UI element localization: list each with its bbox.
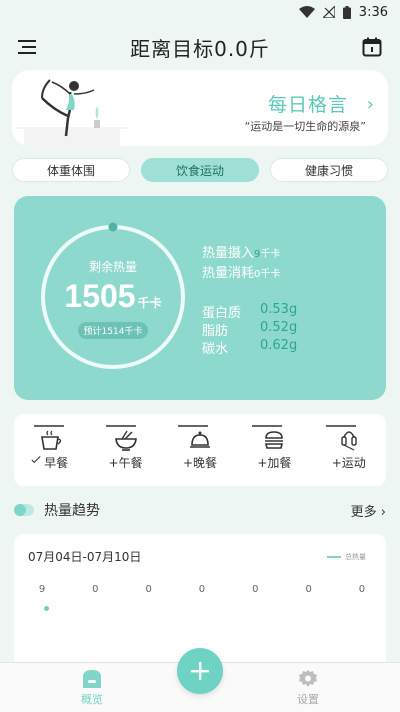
- coffee-cup-icon: [41, 430, 62, 450]
- trend-header: 热量趋势 更多 ›: [14, 498, 386, 522]
- meal-label-text: 早餐: [44, 456, 69, 470]
- daily-quote-title: 每日格言: [267, 94, 348, 116]
- gear-icon: [299, 670, 317, 687]
- macro-protein: 蛋白质 0.53g: [202, 302, 297, 321]
- macro-value: 0.62g: [260, 338, 298, 353]
- legend-line: [327, 556, 341, 558]
- meal-lunch[interactable]: +午餐: [96, 429, 156, 471]
- chevron-right-icon: ›: [380, 504, 386, 520]
- trend-values: 9 0 0 0 0 0 0: [32, 584, 372, 595]
- daily-quote-text: “运动是一切生命的源泉”: [244, 120, 366, 133]
- trend-value: 0: [305, 584, 312, 595]
- trend-value: 0: [358, 584, 366, 595]
- add-button[interactable]: [177, 648, 223, 694]
- jump-rope-icon: [341, 431, 357, 451]
- yoga-illustration: [12, 70, 132, 146]
- nav-settings[interactable]: 设置: [278, 669, 338, 707]
- check-icon: [31, 453, 41, 464]
- dinner-cloche-icon: [189, 431, 210, 448]
- trend-value: 0: [198, 584, 206, 595]
- tab-weight[interactable]: 体重体围: [12, 158, 130, 182]
- calorie-summary-card: 剩余热量 1505 千卡 预计1514千卡 热量摄入9千卡 热量消耗0千卡 蛋白质…: [14, 196, 386, 400]
- macro-carbs: 碳水 0.62g: [202, 338, 297, 357]
- chart-legend: 总热量: [327, 552, 366, 562]
- plus-icon: [191, 662, 209, 680]
- no-signal-icon: [322, 6, 335, 18]
- noodle-bowl-icon: [114, 430, 137, 451]
- macro-label: 蛋白质: [202, 306, 242, 321]
- meal-breakfast[interactable]: 早餐: [21, 429, 81, 471]
- trend-title: 热量趋势: [44, 503, 100, 519]
- intake-unit: 千卡: [260, 249, 281, 260]
- meal-divider: [34, 425, 356, 427]
- tab-diet-exercise[interactable]: 饮食运动: [141, 158, 259, 182]
- section-tabs: 体重体围 饮食运动 健康习惯: [12, 158, 388, 184]
- status-bar: 3:36: [0, 0, 400, 24]
- macro-label: 碳水: [202, 342, 229, 357]
- macro-fat: 脂肪 0.52g: [202, 320, 297, 339]
- trend-toggle[interactable]: [14, 504, 34, 516]
- page-title: 距离目标0.0斤: [130, 36, 270, 61]
- trend-value: 9: [38, 584, 46, 595]
- macro-value: 0.53g: [260, 302, 298, 317]
- macro-value: 0.52g: [260, 320, 298, 335]
- overview-icon: [83, 670, 101, 688]
- burn-unit: 千卡: [260, 269, 281, 280]
- nav-overview-label: 概览: [81, 693, 103, 706]
- meal-label-dinner: +晚餐: [182, 456, 217, 470]
- chevron-right-icon: ›: [366, 94, 374, 115]
- legend-label: 总热量: [345, 553, 366, 561]
- burn-label: 热量消耗: [202, 266, 255, 281]
- trend-value: 0: [92, 584, 99, 595]
- intake-label: 热量摄入: [202, 246, 255, 261]
- status-time: 3:36: [358, 4, 388, 20]
- remaining-calories-number: 1505: [64, 278, 136, 314]
- daily-quote-banner[interactable]: 每日格言 › “运动是一切生命的源泉”: [12, 70, 388, 146]
- trend-value: 0: [145, 584, 152, 595]
- macro-label: 脂肪: [202, 324, 229, 339]
- more-label: 更多: [350, 504, 377, 520]
- top-header: 距离目标0.0斤: [0, 28, 400, 66]
- menu-icon[interactable]: [18, 39, 38, 55]
- meal-label-lunch: +午餐: [108, 456, 143, 470]
- battery-icon: [342, 5, 351, 19]
- meal-label-snack: +加餐: [257, 456, 292, 470]
- wifi-icon: [298, 6, 315, 18]
- meal-label-exercise: +运动: [331, 456, 366, 470]
- more-link[interactable]: 更多 ›: [351, 501, 386, 520]
- date-range[interactable]: 07月04日-07月10日: [28, 548, 141, 565]
- nav-overview[interactable]: 概览: [62, 669, 122, 707]
- meal-exercise[interactable]: +运动: [319, 429, 379, 471]
- calendar-icon[interactable]: [362, 37, 382, 57]
- burger-icon: [265, 431, 284, 449]
- remaining-calories-value: 1505 千卡: [38, 278, 188, 315]
- meal-snack[interactable]: +加餐: [244, 429, 304, 471]
- meal-label-breakfast: 早餐: [31, 453, 69, 471]
- remaining-calories-label: 剩余热量: [88, 260, 137, 274]
- planned-calories-badge: 预计1514千卡: [78, 322, 148, 339]
- tab-health-habits[interactable]: 健康习惯: [270, 158, 388, 182]
- trend-value: 0: [252, 584, 259, 595]
- meal-dinner[interactable]: +晚餐: [170, 429, 230, 471]
- remaining-calories-unit: 千卡: [137, 296, 162, 310]
- intake-stat: 热量摄入9千卡: [202, 242, 280, 261]
- nav-settings-label: 设置: [297, 693, 319, 706]
- trend-point: [44, 606, 49, 611]
- burn-stat: 热量消耗0千卡: [202, 262, 280, 281]
